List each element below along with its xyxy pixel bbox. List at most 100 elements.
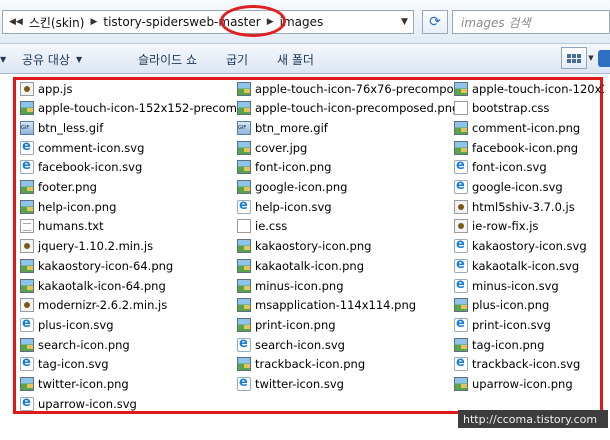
file-item[interactable]: help-icon.svg [237,197,332,216]
file-item[interactable]: apple-touch-icon-precomposed.png [237,99,459,118]
js-file-icon [20,298,34,313]
file-item[interactable]: uparrow-icon.png [454,375,573,394]
file-item[interactable]: tag-icon.svg [20,355,109,374]
file-item[interactable]: uparrow-icon.svg [20,394,137,413]
address-bar[interactable]: ◀◀ 스킨(skin) ▶ tistory-spidersweb-master … [2,10,414,34]
file-name: html5shiv-3.7.0.js [472,199,575,214]
file-item[interactable]: btn_less.gif [20,118,103,137]
address-history-dropdown-icon[interactable]: ▼ [396,11,413,33]
file-name: btn_more.gif [255,120,328,135]
file-item[interactable]: print-icon.png [237,315,336,334]
file-item[interactable]: comment-icon.png [454,118,580,137]
file-item[interactable]: font-icon.svg [454,158,547,177]
file-name: kakaotalk-icon.png [255,258,364,273]
file-item[interactable]: tag-icon.png [454,335,544,354]
file-name: tag-icon.png [472,337,545,352]
file-item[interactable]: bootstrap.css [454,99,549,118]
file-item[interactable]: trackback-icon.png [237,355,365,374]
share-button[interactable]: 공유 대상 ▼ [22,44,82,74]
image-file-icon [237,140,251,155]
js-file-icon [20,81,34,96]
image-file-icon [20,377,34,391]
file-item[interactable]: ie.css [237,217,287,236]
file-item[interactable]: kakaotalk-icon.svg [454,256,579,275]
file-name: btn_less.gif [38,120,104,135]
file-item[interactable]: facebook-icon.svg [20,158,142,177]
file-name: font-icon.png [255,160,332,175]
change-view-button[interactable] [561,47,587,69]
file-name: ie.css [255,219,288,234]
file-item[interactable]: apple-touch-icon-152x152-precom... [20,99,248,118]
new-folder-label: 새 폴더 [277,52,314,67]
refresh-icon: ⟳ [429,14,441,30]
file-name: uparrow-icon.png [472,377,573,391]
file-item[interactable]: app.js [20,79,73,98]
file-item[interactable]: cover.jpg [237,138,307,157]
css-file-icon [454,101,468,116]
file-item[interactable]: google-icon.svg [454,178,563,197]
file-item[interactable]: facebook-icon.png [454,138,578,157]
file-name: google-icon.svg [472,180,563,194]
file-item[interactable]: kakaostory-icon.svg [454,237,587,256]
file-name: trackback-icon.svg [472,357,581,372]
file-item[interactable]: btn_more.gif [237,118,328,137]
image-file-icon [454,377,468,391]
file-item[interactable]: html5shiv-3.7.0.js [454,197,575,216]
file-name: bootstrap.css [472,101,550,116]
file-item[interactable]: twitter-icon.svg [237,375,344,394]
organize-dropdown-arrow[interactable]: ▼ [0,44,6,74]
file-item[interactable]: kakaostory-icon-64.png [20,256,173,275]
file-item[interactable]: footer.png [20,178,97,197]
file-name: comment-icon.png [472,120,581,135]
file-item[interactable]: msapplication-114x114.png [237,296,416,315]
file-name: humans.txt [38,219,104,234]
file-item[interactable]: modernizr-2.6.2.min.js [20,296,167,315]
file-name: facebook-icon.svg [38,160,143,175]
file-item[interactable]: humans.txt [20,217,104,236]
view-grid-icon [567,53,581,63]
help-button[interactable] [598,50,610,67]
file-item[interactable]: google-icon.png [237,178,347,197]
file-item[interactable]: apple-touch-icon-120x120 [454,79,604,98]
file-item[interactable]: plus-icon.svg [20,315,114,334]
file-item[interactable]: kakaotalk-icon-64.png [20,276,166,295]
svg-file-icon [454,178,468,194]
search-input[interactable]: images 검색 [452,10,610,34]
new-folder-button[interactable]: 새 폴더 [277,44,314,74]
file-item[interactable]: twitter-icon.png [20,375,129,394]
breadcrumb-separator-icon[interactable]: ▶ [90,17,97,27]
svg-file-icon [454,257,468,273]
image-file-icon [237,258,251,273]
file-item[interactable]: minus-icon.png [237,276,344,295]
burn-button[interactable]: 굽기 [226,44,248,74]
file-item[interactable]: jquery-1.10.2.min.js [20,237,153,256]
file-item[interactable]: search-icon.svg [237,335,345,354]
file-item[interactable]: plus-icon.png [454,296,549,315]
file-item[interactable]: ie-row-fix.js [454,217,538,236]
breadcrumb-item-skin[interactable]: 스킨(skin) [29,11,85,33]
refresh-button[interactable]: ⟳ [422,10,448,34]
breadcrumb-item-images[interactable]: images [280,11,324,33]
svg-file-icon [237,198,251,214]
file-item[interactable]: trackback-icon.svg [454,355,580,374]
file-item[interactable]: print-icon.svg [454,315,551,334]
file-item[interactable]: help-icon.png [20,197,116,216]
slideshow-button[interactable]: 슬라이드 쇼 [138,44,197,74]
image-file-icon [454,298,468,313]
file-name: print-icon.png [255,317,336,332]
breadcrumb-overflow-arrow[interactable]: ◀◀ [9,17,23,27]
file-name: plus-icon.svg [38,317,114,332]
file-item[interactable]: font-icon.png [237,158,331,177]
image-file-icon [237,180,251,194]
chevron-down-icon: ▼ [75,54,83,64]
file-name: footer.png [38,180,97,194]
file-item[interactable]: kakaotalk-icon.png [237,256,364,275]
file-item[interactable]: comment-icon.svg [20,138,144,157]
file-item[interactable]: minus-icon.svg [454,276,559,295]
file-name: cover.jpg [255,140,308,155]
file-item[interactable]: kakaostory-icon.png [237,237,371,256]
view-options-dropdown-icon[interactable]: ▼ [586,47,596,69]
file-name: msapplication-114x114.png [255,298,417,313]
file-item[interactable]: search-icon.png [20,335,130,354]
file-item[interactable]: apple-touch-icon-76x76-precompo... [237,79,464,98]
